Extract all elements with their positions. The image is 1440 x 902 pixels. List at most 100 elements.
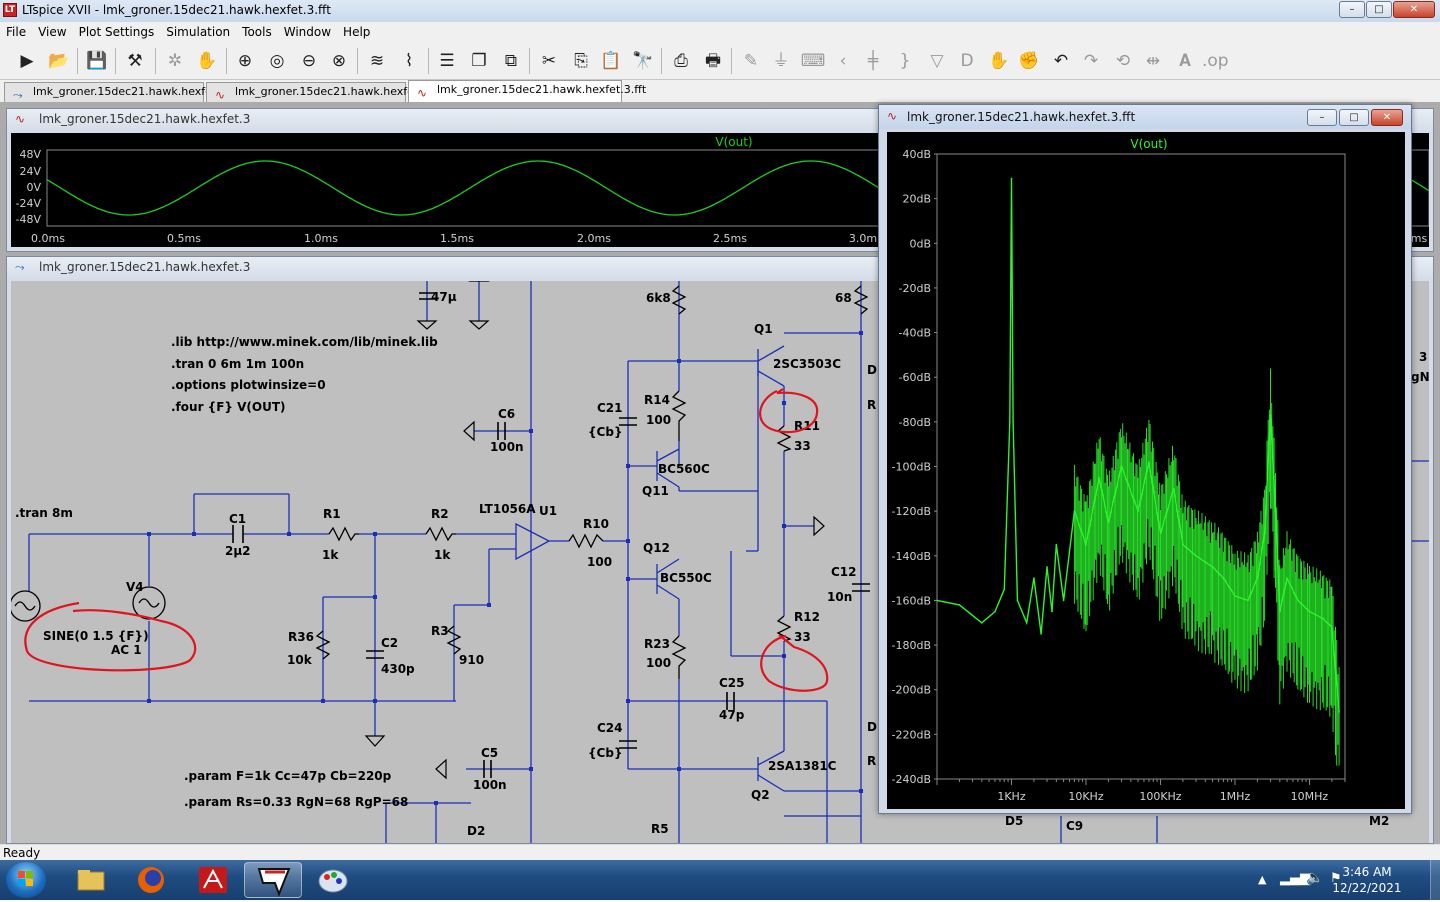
mark-data-icon[interactable]: ⌇ bbox=[396, 49, 422, 73]
fft-data-point bbox=[1331, 626, 1333, 628]
close-button[interactable]: ✕ bbox=[1393, 1, 1435, 18]
fft-data-point bbox=[1009, 421, 1011, 423]
svg-text:R1: R1 bbox=[323, 507, 341, 521]
menu-bar: File View Plot Settings Simulation Tools Wind… bbox=[0, 22, 1440, 42]
show-hidden-icons-icon[interactable]: ▲ bbox=[1258, 873, 1266, 886]
svg-text:Q2: Q2 bbox=[751, 788, 770, 802]
fft-data-point bbox=[1055, 543, 1058, 546]
menu-window[interactable]: Window bbox=[278, 22, 337, 39]
cut-icon[interactable]: ✂ bbox=[536, 49, 562, 73]
resistor-icon[interactable]: ‹ bbox=[830, 49, 856, 73]
tile-horizontal-icon[interactable]: ☰ bbox=[434, 49, 460, 73]
label-net-icon[interactable]: ⌨ bbox=[800, 49, 826, 73]
show-desktop-button[interactable] bbox=[1430, 860, 1440, 900]
minimize-button[interactable]: – bbox=[1339, 1, 1365, 18]
svg-text:C5: C5 bbox=[481, 746, 498, 760]
tab-schematic[interactable]: ⤳ lmk_groner.15dec21.hawk.hexfet.3 bbox=[4, 82, 227, 102]
tab-fft[interactable]: ∿ lmk_groner.15dec21.hawk.hexfet.3.fft bbox=[408, 80, 646, 102]
svg-text:1k: 1k bbox=[322, 548, 339, 562]
menu-tools[interactable]: Tools bbox=[236, 22, 278, 39]
ltspice-icon[interactable] bbox=[244, 862, 302, 898]
start-button[interactable] bbox=[6, 862, 46, 898]
component-icon[interactable]: D bbox=[954, 49, 980, 73]
diode-icon[interactable]: ▽ bbox=[924, 49, 950, 73]
fft-y-tick: -120dB bbox=[892, 505, 932, 518]
menu-view[interactable]: View bbox=[32, 22, 72, 39]
halt-icon[interactable]: ✲ bbox=[162, 49, 188, 73]
zoom-in-icon[interactable]: ⊕ bbox=[232, 49, 258, 73]
firefox-icon[interactable] bbox=[122, 862, 180, 898]
zoom-box-icon[interactable]: ◎ bbox=[264, 49, 290, 73]
svg-text:100: 100 bbox=[646, 413, 671, 427]
control-panel-icon[interactable]: ⚒ bbox=[122, 49, 148, 73]
svg-text:Q1: Q1 bbox=[754, 322, 773, 336]
menu-plot-settings[interactable]: Plot Settings bbox=[73, 22, 161, 39]
svg-text:{Cb}: {Cb} bbox=[588, 425, 622, 439]
svg-text:10k: 10k bbox=[287, 653, 313, 667]
text-icon[interactable]: 𝐀 bbox=[1172, 49, 1198, 73]
svg-text:gN]: gN] bbox=[1411, 370, 1429, 384]
paste-icon[interactable]: 📋 bbox=[598, 49, 624, 73]
tab-waveform[interactable]: ∿ lmk_groner.15dec21.hawk.hexfet.3 bbox=[206, 82, 429, 102]
y-tick: 24V bbox=[19, 165, 41, 178]
zoom-out-icon[interactable]: ⊖ bbox=[296, 49, 322, 73]
fft-close-button[interactable]: ✕ bbox=[1371, 109, 1403, 126]
system-clock[interactable]: 3:46 AM 12/22/2021 bbox=[1332, 864, 1402, 896]
print-setup-icon[interactable]: 🖶 bbox=[700, 49, 726, 73]
fft-minimize-button[interactable]: – bbox=[1307, 109, 1337, 126]
fft-y-tick: 20dB bbox=[902, 193, 931, 206]
rotate-icon[interactable]: ⟲ bbox=[1110, 49, 1136, 73]
fft-data-point bbox=[1321, 617, 1324, 620]
waveform-icon: ∿ bbox=[887, 109, 898, 123]
redo-icon[interactable]: ↷ bbox=[1078, 49, 1104, 73]
menu-help[interactable]: Help bbox=[337, 22, 376, 39]
svg-text:R10: R10 bbox=[583, 517, 609, 531]
fft-data-point bbox=[1211, 566, 1214, 568]
pan-icon[interactable]: ✋ bbox=[194, 49, 220, 73]
fft-window-titlebar[interactable]: ∿ lmk_groner.15dec21.hawk.hexfet.3.fft –… bbox=[879, 105, 1411, 129]
fft-maximize-button[interactable]: □ bbox=[1339, 109, 1369, 126]
x-tick: 2.5ms bbox=[713, 232, 747, 245]
tab-label: lmk_groner.15dec21.hawk.hexfet.3 bbox=[33, 85, 227, 98]
tile-vertical-icon[interactable]: ⧉ bbox=[498, 49, 524, 73]
menu-simulation[interactable]: Simulation bbox=[160, 22, 236, 39]
spice-directive-icon[interactable]: .op bbox=[1202, 49, 1229, 73]
directive-options: .options plotwinsize=0 bbox=[171, 378, 326, 392]
fft-y-tick: -60dB bbox=[899, 371, 932, 384]
paint-icon[interactable] bbox=[304, 862, 362, 898]
run-icon[interactable]: ▶ bbox=[14, 49, 40, 73]
fft-y-tick: 0dB bbox=[909, 237, 931, 250]
zoom-cancel-icon[interactable]: ⊗ bbox=[326, 49, 352, 73]
maximize-button[interactable]: □ bbox=[1366, 1, 1392, 18]
trace-label: V(out) bbox=[715, 135, 752, 149]
inductor-icon[interactable]: } bbox=[892, 49, 918, 73]
open-icon[interactable]: 📂 bbox=[46, 49, 72, 73]
source-ac: AC 1 bbox=[111, 643, 142, 657]
menu-file[interactable]: File bbox=[0, 22, 32, 39]
capacitor-icon[interactable]: ╪ bbox=[860, 49, 886, 73]
autorange-icon[interactable]: ≋ bbox=[364, 49, 390, 73]
svg-text:R: R bbox=[867, 398, 876, 412]
cascade-icon[interactable]: ❐ bbox=[466, 49, 492, 73]
acrobat-icon[interactable] bbox=[184, 862, 242, 898]
directive-four: .four {F} V(OUT) bbox=[171, 400, 286, 414]
draw-wire-icon[interactable]: ✎ bbox=[738, 49, 764, 73]
fft-y-tick: -180dB bbox=[892, 639, 932, 652]
ground-icon[interactable]: ⏚ bbox=[768, 49, 794, 73]
find-icon[interactable]: 🔭 bbox=[630, 49, 656, 73]
red-annotations bbox=[24, 388, 829, 692]
fft-plot[interactable]: V(out) 40dB 20dB 0dB -20dB -40dB -60dB -80dB -1… bbox=[887, 132, 1405, 809]
windows-explorer-icon[interactable] bbox=[62, 862, 120, 898]
svg-text:D: D bbox=[867, 363, 877, 377]
x-tick: 1.5ms bbox=[440, 232, 474, 245]
fft-data-point bbox=[1172, 488, 1175, 490]
save-icon[interactable]: 💾 bbox=[84, 49, 110, 73]
mirror-icon[interactable]: ⇹ bbox=[1140, 49, 1166, 73]
copy-icon[interactable]: ⎘ bbox=[568, 49, 594, 73]
move-icon[interactable]: ✋ bbox=[986, 49, 1012, 73]
volume-icon[interactable]: 🔈 bbox=[1306, 870, 1323, 886]
print-icon[interactable]: ⎙ bbox=[668, 49, 694, 73]
drag-icon[interactable]: ✊ bbox=[1016, 49, 1042, 73]
undo-icon[interactable]: ↶ bbox=[1048, 49, 1074, 73]
fft-window[interactable]: ∿ lmk_groner.15dec21.hawk.hexfet.3.fft –… bbox=[878, 104, 1412, 814]
